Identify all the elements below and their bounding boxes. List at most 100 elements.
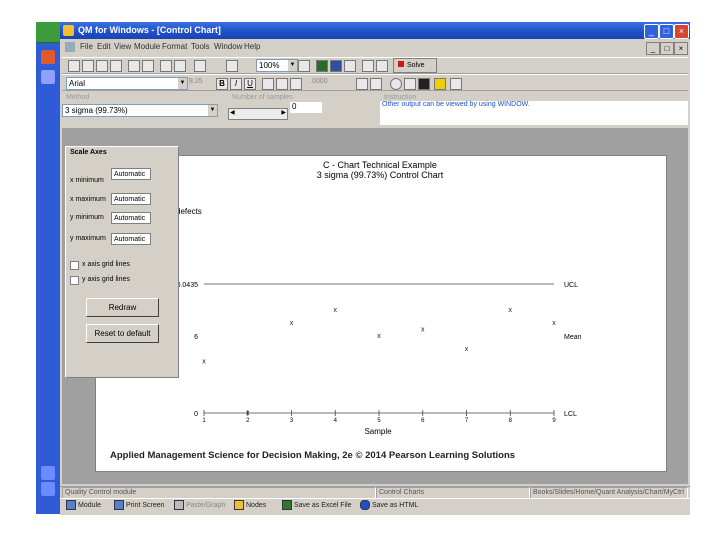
y-min-input[interactable]: Automatic xyxy=(111,212,151,224)
samples-scrollbar[interactable]: ◀ ▶ xyxy=(228,108,288,120)
help-pointer-icon[interactable] xyxy=(362,60,374,72)
print-screen-button[interactable]: Print Screen xyxy=(114,500,165,512)
y-grid-label: y axis grid lines xyxy=(82,276,130,283)
percent-icon[interactable] xyxy=(370,78,382,90)
redraw-button[interactable]: Redraw xyxy=(86,298,159,317)
paste-graph-button[interactable]: Paste/Graph xyxy=(174,500,225,512)
grid-icon[interactable] xyxy=(194,60,206,72)
method-select[interactable]: 3 sigma (99.73%) ▼ xyxy=(62,104,218,117)
x-tick-label: 9 xyxy=(552,418,556,424)
fill-color-icon[interactable] xyxy=(418,78,430,90)
x-tick-label: 8 xyxy=(509,418,513,424)
scroll-left-icon[interactable]: ◀ xyxy=(230,109,235,116)
data-point: x xyxy=(377,333,381,340)
desktop-taskbar-strip xyxy=(36,22,60,514)
x-grid-checkbox[interactable] xyxy=(70,261,79,270)
reset-default-button[interactable]: Reset to default xyxy=(86,324,159,343)
maximize-button[interactable]: □ xyxy=(659,24,674,39)
x-tick-label: 4 xyxy=(334,418,338,424)
nodes-label: Nodes xyxy=(246,502,267,509)
save-html-button[interactable]: Save as HTML xyxy=(360,500,418,512)
minimize-button[interactable]: _ xyxy=(644,24,659,39)
x-tick-label: 7 xyxy=(465,418,469,424)
number-format[interactable]: .0000 xyxy=(310,78,328,85)
table-icon[interactable] xyxy=(226,60,238,72)
data-point: x xyxy=(290,320,294,327)
menu-tools[interactable]: Tools xyxy=(191,42,210,51)
window-title: QM for Windows - [Control Chart] xyxy=(78,25,221,35)
chart-icon[interactable] xyxy=(330,60,342,72)
samples-input[interactable]: 0 xyxy=(290,102,322,113)
help-icon[interactable] xyxy=(376,60,388,72)
mdi-close-button[interactable]: × xyxy=(674,42,688,55)
mdi-maximize-button[interactable]: □ xyxy=(660,42,674,55)
menu-view[interactable]: View xyxy=(114,42,131,51)
y-tick-label: 0 xyxy=(194,411,198,418)
x-min-input[interactable]: Automatic xyxy=(111,168,151,180)
excel-icon xyxy=(282,500,292,511)
y-max-input[interactable]: Automatic xyxy=(111,233,151,245)
x-tick-label: 5 xyxy=(377,418,381,424)
menu-module[interactable]: Module xyxy=(134,42,160,51)
insert-row-icon[interactable] xyxy=(160,60,172,72)
scale-axes-title: Scale Axes xyxy=(70,149,107,156)
italic-icon[interactable]: I xyxy=(230,78,242,90)
module-button[interactable]: Module xyxy=(66,500,101,512)
nodes-icon xyxy=(234,500,244,511)
font-size-value[interactable]: 8.25 xyxy=(189,78,203,85)
font-select[interactable]: Arial ▼ xyxy=(66,77,188,90)
menu-help[interactable]: Help xyxy=(244,42,260,51)
nodes-button[interactable]: Nodes xyxy=(234,500,266,512)
close-button[interactable]: × xyxy=(674,24,689,39)
tool-icon[interactable] xyxy=(344,60,356,72)
instruction-label: Instruction xyxy=(384,94,417,101)
paste-icon[interactable] xyxy=(142,60,154,72)
quicklaunch-icon[interactable] xyxy=(41,70,55,84)
method-label: Method xyxy=(66,94,90,101)
data-point: x xyxy=(509,307,513,314)
x-max-input[interactable]: Automatic xyxy=(111,193,151,205)
x-max-label: x maximum xyxy=(70,196,106,203)
chevron-down-icon[interactable]: ▼ xyxy=(208,105,217,116)
align-right-icon[interactable] xyxy=(290,78,302,90)
y-grid-checkbox[interactable] xyxy=(70,276,79,285)
save-excel-button[interactable]: Save as Excel File xyxy=(282,500,352,512)
save-icon[interactable] xyxy=(96,60,108,72)
start-button[interactable] xyxy=(36,22,60,43)
circle-icon[interactable] xyxy=(390,78,402,90)
insert-column-icon[interactable] xyxy=(174,60,186,72)
y-axis-label: defects xyxy=(176,207,202,216)
chevron-down-icon[interactable]: ▼ xyxy=(178,78,187,89)
paste-graph-label: Paste/Graph xyxy=(186,502,226,509)
open-folder-icon[interactable] xyxy=(82,60,94,72)
data-point: x xyxy=(246,410,250,417)
paint-icon[interactable] xyxy=(434,78,446,90)
print-icon[interactable] xyxy=(110,60,122,72)
align-center-icon[interactable] xyxy=(276,78,288,90)
mdi-minimize-button[interactable]: _ xyxy=(646,42,660,55)
y-max-label: y maximum xyxy=(70,235,106,242)
control-line-label: LCL xyxy=(564,411,577,418)
menu-edit[interactable]: Edit xyxy=(97,42,111,51)
quicklaunch-icon[interactable] xyxy=(41,50,55,64)
settings-icon[interactable] xyxy=(450,78,462,90)
monitor-icon[interactable] xyxy=(298,60,310,72)
new-file-icon[interactable] xyxy=(68,60,80,72)
copy-icon[interactable] xyxy=(128,60,140,72)
scroll-right-icon[interactable]: ▶ xyxy=(281,109,286,116)
zoom-select[interactable]: 100% ▼ xyxy=(256,59,298,72)
menu-window[interactable]: Window xyxy=(214,42,242,51)
font-value: Arial xyxy=(69,79,86,88)
data-point: x xyxy=(465,346,469,353)
solve-button[interactable]: Solve xyxy=(393,58,437,73)
align-left-icon[interactable] xyxy=(262,78,274,90)
menu-format[interactable]: Format xyxy=(162,42,187,51)
bars-icon[interactable] xyxy=(404,78,416,90)
menu-file[interactable]: File xyxy=(80,42,93,51)
underline-icon[interactable]: U xyxy=(244,78,256,90)
bold-icon[interactable]: B xyxy=(216,78,228,90)
print-screen-icon xyxy=(114,500,124,511)
decimal-icon[interactable] xyxy=(356,78,368,90)
spreadsheet-icon[interactable] xyxy=(316,60,328,72)
chevron-down-icon[interactable]: ▼ xyxy=(288,60,297,71)
